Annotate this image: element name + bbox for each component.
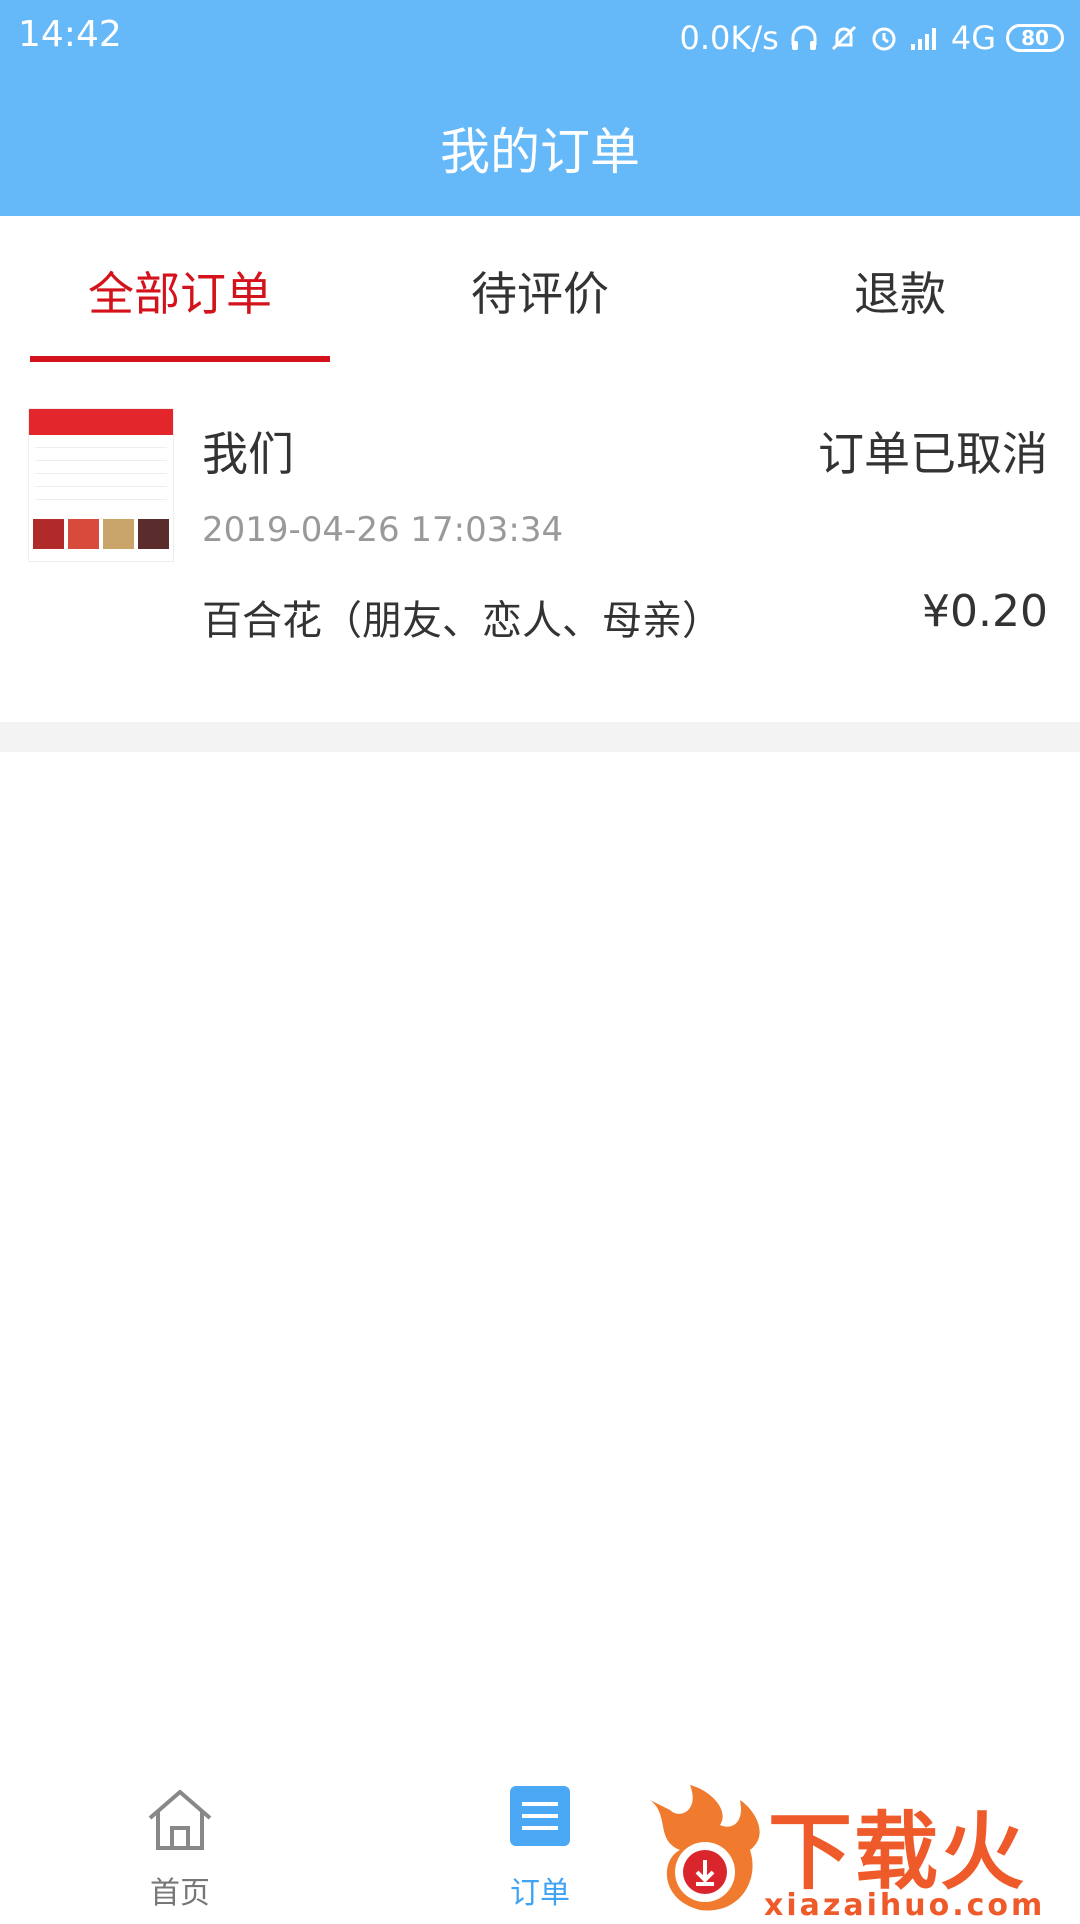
order-status: 订单已取消 bbox=[818, 427, 1048, 481]
home-icon bbox=[144, 1784, 216, 1860]
tab-pending-review[interactable]: 待评价 bbox=[390, 216, 690, 366]
network-type: 4G bbox=[950, 19, 996, 57]
watermark-url: xiazaihuo.com bbox=[764, 1888, 1046, 1923]
tab-all-orders[interactable]: 全部订单 bbox=[30, 216, 330, 366]
headphones-icon bbox=[789, 23, 819, 53]
section-divider bbox=[0, 722, 1080, 752]
active-tab-indicator bbox=[30, 356, 330, 362]
product-thumbnail bbox=[28, 408, 174, 562]
top-bar: 14:42 0.0K/s 4G 80 我的订单 bbox=[0, 0, 1080, 216]
order-datetime: 2019-04-26 17:03:34 bbox=[202, 510, 564, 550]
flame-logo-icon bbox=[650, 1785, 760, 1911]
order-price: ¥0.20 bbox=[922, 586, 1048, 637]
alarm-icon bbox=[869, 23, 899, 53]
nav-home[interactable]: 首页 bbox=[80, 1760, 280, 1920]
page-title: 我的订单 bbox=[440, 123, 640, 181]
list-icon bbox=[508, 1784, 572, 1852]
product-name: 百合花（朋友、恋人、母亲） bbox=[202, 598, 722, 644]
signal-icon bbox=[909, 24, 941, 52]
nav-home-label: 首页 bbox=[150, 1876, 210, 1911]
shop-name: 我们 bbox=[202, 427, 294, 481]
status-time: 14:42 bbox=[18, 14, 122, 55]
status-bar: 14:42 0.0K/s 4G 80 bbox=[0, 0, 1080, 75]
order-tabs: 全部订单 待评价 退款 bbox=[0, 216, 1080, 366]
watermark-logo: 下载火 xiazaihuo.com bbox=[640, 1780, 1080, 1923]
mute-bell-icon bbox=[829, 23, 859, 53]
nav-orders-label: 订单 bbox=[510, 1876, 570, 1911]
status-icons: 0.0K/s 4G 80 bbox=[680, 14, 1064, 62]
order-card[interactable]: 我们 订单已取消 2019-04-26 17:03:34 百合花（朋友、恋人、母… bbox=[0, 400, 1080, 718]
nav-orders[interactable]: 订单 bbox=[440, 1760, 640, 1920]
battery-icon: 80 bbox=[1006, 24, 1064, 52]
tab-refund[interactable]: 退款 bbox=[750, 216, 1050, 366]
network-speed: 0.0K/s bbox=[679, 19, 779, 57]
